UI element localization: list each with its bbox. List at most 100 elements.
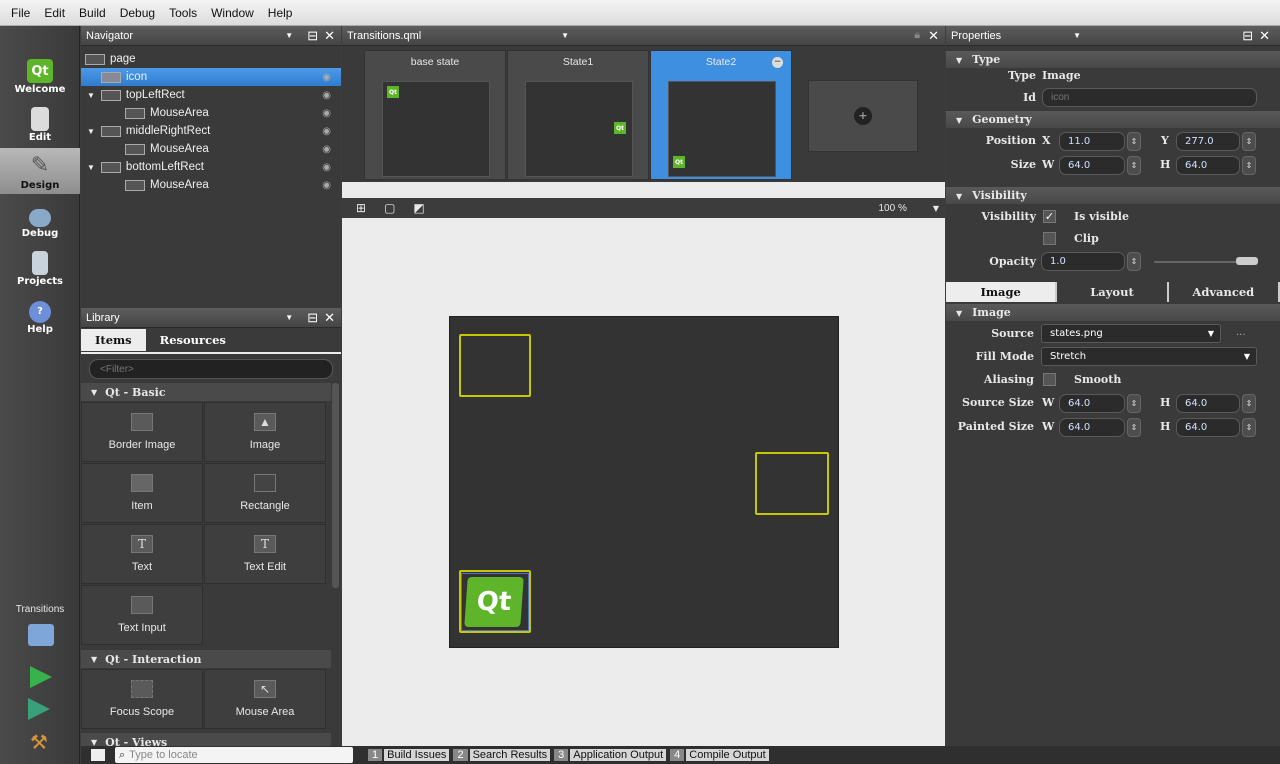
source-h-field[interactable]: 64.0 <box>1176 394 1240 413</box>
fill-mode-combobox[interactable]: Stretch ▼ <box>1041 347 1257 366</box>
library-item-text-edit[interactable]: T Text Edit <box>204 524 326 584</box>
spin-arrows-icon[interactable]: ⇕ <box>1242 156 1256 175</box>
menu-build[interactable]: Build <box>72 6 113 20</box>
spin-arrows-icon[interactable]: ⇕ <box>1242 418 1256 437</box>
menu-edit[interactable]: Edit <box>37 6 72 20</box>
expand-arrow-icon[interactable]: ▼ <box>87 127 95 136</box>
position-x-field[interactable]: 11.0 <box>1059 132 1125 151</box>
mode-projects[interactable]: Projects <box>0 244 80 290</box>
output-tab-compile-output[interactable]: 4 Compile Output <box>670 749 769 761</box>
tab-image[interactable]: Image <box>946 282 1058 302</box>
menu-debug[interactable]: Debug <box>113 6 162 20</box>
size-h-field[interactable]: 64.0 <box>1176 156 1240 175</box>
section-visibility[interactable]: ▼ Visibility <box>946 187 1280 204</box>
canvas-color-icon[interactable]: ◩ <box>413 201 424 215</box>
chevron-down-icon[interactable]: ▼ <box>1073 31 1081 40</box>
state-state1[interactable]: State1 Qt <box>507 50 649 180</box>
debug-run-icon[interactable] <box>28 698 50 720</box>
opacity-slider-handle[interactable] <box>1236 257 1258 265</box>
menu-window[interactable]: Window <box>204 6 261 20</box>
tab-items[interactable]: Items <box>81 329 146 351</box>
source-w-field[interactable]: 64.0 <box>1059 394 1125 413</box>
remove-state-icon[interactable]: − <box>772 57 783 68</box>
build-hammer-icon[interactable]: ⚒ <box>30 730 52 754</box>
category-qt-interaction[interactable]: ▼ Qt - Interaction <box>81 650 331 668</box>
output-tab-build-issues[interactable]: 1 Build Issues <box>368 749 450 761</box>
tree-item-page[interactable]: page <box>81 50 341 68</box>
mode-edit[interactable]: Edit <box>0 100 80 146</box>
spin-arrows-icon[interactable]: ⇕ <box>1127 252 1141 271</box>
id-field[interactable] <box>1042 88 1257 107</box>
eye-icon[interactable]: ◉ <box>322 108 331 119</box>
tree-item-mousearea[interactable]: MouseArea ◉ <box>81 176 341 194</box>
library-item-text-input[interactable]: Text Input <box>81 585 203 645</box>
library-scrollbar[interactable] <box>332 383 339 588</box>
state-base[interactable]: base state Qt <box>364 50 506 180</box>
browse-button[interactable]: ... <box>1236 327 1246 338</box>
tree-item-middlerightrect[interactable]: ▼ middleRightRect ◉ <box>81 122 341 140</box>
top-left-rect[interactable] <box>459 334 531 397</box>
qml-canvas[interactable]: Qt <box>449 316 839 648</box>
tree-item-mousearea[interactable]: MouseArea ◉ <box>81 140 341 158</box>
library-item-rectangle[interactable]: Rectangle <box>204 463 326 523</box>
spin-arrows-icon[interactable]: ⇕ <box>1242 132 1256 151</box>
lock-icon[interactable]: 🔒︎ <box>914 29 920 42</box>
sidebar-toggle-icon[interactable] <box>91 749 105 761</box>
chevron-down-icon[interactable]: ▼ <box>285 313 293 322</box>
close-icon[interactable]: ✕ <box>324 28 335 44</box>
opacity-field[interactable]: 1.0 <box>1041 252 1125 271</box>
tab-resources[interactable]: Resources <box>146 329 240 351</box>
expand-arrow-icon[interactable]: ▼ <box>87 91 95 100</box>
clip-checkbox[interactable] <box>1043 232 1056 245</box>
menu-tools[interactable]: Tools <box>162 6 204 20</box>
painted-w-field[interactable]: 64.0 <box>1059 418 1125 437</box>
position-y-field[interactable]: 277.0 <box>1176 132 1240 151</box>
run-icon[interactable] <box>30 666 52 688</box>
is-visible-checkbox[interactable]: ✓ <box>1043 210 1056 223</box>
library-item-item[interactable]: Item <box>81 463 203 523</box>
size-w-field[interactable]: 64.0 <box>1059 156 1125 175</box>
eye-icon[interactable]: ◉ <box>322 90 331 101</box>
close-icon[interactable]: ✕ <box>1259 28 1270 44</box>
tab-layout[interactable]: Layout <box>1057 282 1169 302</box>
eye-icon[interactable]: ◉ <box>322 72 331 83</box>
state-state2[interactable]: State2 − Qt <box>650 50 792 180</box>
eye-icon[interactable]: ◉ <box>322 126 331 137</box>
category-qt-basic[interactable]: ▼ Qt - Basic <box>81 383 331 401</box>
split-icon[interactable]: ⊟ <box>307 310 318 326</box>
section-type[interactable]: ▼ Type <box>946 51 1280 68</box>
mode-design[interactable]: ✎ Design <box>0 148 80 194</box>
bounds-icon[interactable]: ▢ <box>384 201 395 215</box>
menu-file[interactable]: File <box>4 6 37 20</box>
painted-h-field[interactable]: 64.0 <box>1176 418 1240 437</box>
tree-item-bottomleftrect[interactable]: ▼ bottomLeftRect ◉ <box>81 158 341 176</box>
spin-arrows-icon[interactable]: ⇕ <box>1127 132 1141 151</box>
middle-right-rect[interactable] <box>755 452 829 515</box>
target-selector-icon[interactable] <box>28 624 54 646</box>
smooth-checkbox[interactable] <box>1043 373 1056 386</box>
eye-icon[interactable]: ◉ <box>322 162 331 173</box>
close-icon[interactable]: ✕ <box>324 310 335 326</box>
icon-image[interactable]: Qt <box>461 573 529 631</box>
chevron-down-icon[interactable]: ▼ <box>561 31 569 40</box>
spin-arrows-icon[interactable]: ⇕ <box>1127 418 1141 437</box>
locator-input[interactable]: ⌕ Type to locate <box>115 747 353 763</box>
spin-arrows-icon[interactable]: ⇕ <box>1242 394 1256 413</box>
menu-help[interactable]: Help <box>261 6 300 20</box>
close-icon[interactable]: ✕ <box>928 28 939 44</box>
library-item-image[interactable]: ▲ Image <box>204 402 326 462</box>
mode-help[interactable]: ? Help <box>0 292 80 338</box>
section-geometry[interactable]: ▼ Geometry <box>946 111 1280 128</box>
library-item-focus-scope[interactable]: Focus Scope <box>81 669 203 729</box>
library-item-border-image[interactable]: Border Image <box>81 402 203 462</box>
tab-advanced[interactable]: Advanced <box>1169 282 1280 302</box>
output-tab-application-output[interactable]: 3 Application Output <box>554 749 667 761</box>
output-tab-search-results[interactable]: 2 Search Results <box>453 749 551 761</box>
split-icon[interactable]: ⊟ <box>1242 28 1253 44</box>
zoom-select[interactable]: 100 % <box>878 203 906 214</box>
expand-arrow-icon[interactable]: ▼ <box>87 163 95 172</box>
section-image[interactable]: ▼ Image <box>946 304 1280 321</box>
tree-item-mousearea[interactable]: MouseArea ◉ <box>81 104 341 122</box>
chevron-down-icon[interactable]: ▼ <box>285 31 293 40</box>
snap-icon[interactable]: ⊞ <box>356 201 366 215</box>
